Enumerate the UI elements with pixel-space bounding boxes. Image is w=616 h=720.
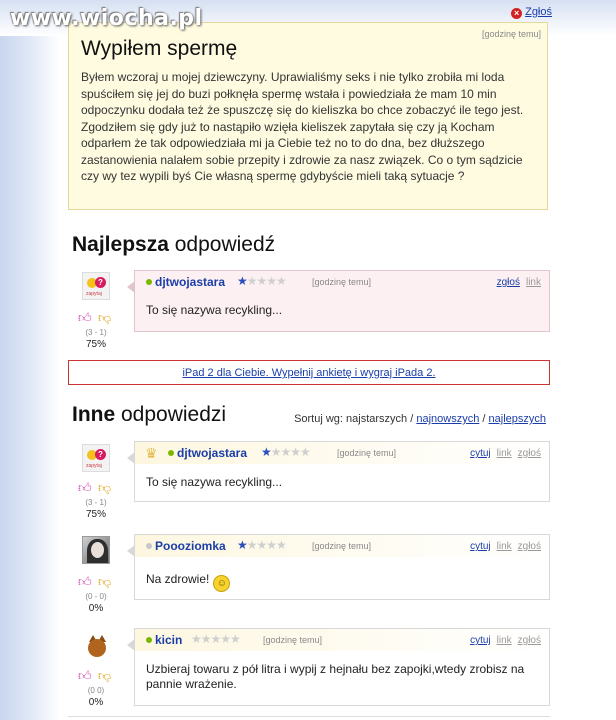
online-status — [168, 450, 174, 456]
report-link[interactable]: zgłoś — [518, 448, 541, 459]
watermark: www.wiocha.pl — [10, 6, 203, 31]
vote-count: (0 - 0) — [85, 592, 107, 601]
username[interactable]: djtwojastara — [155, 275, 225, 289]
answer-time: [godzinę temu] — [337, 448, 397, 458]
ad-link[interactable]: iPad 2 dla Ciebie. Wypełnij ankietę i wy… — [182, 367, 435, 379]
answer-text: Uzbieraj towaru z pół litra i wypij z he… — [146, 662, 525, 691]
sort-best[interactable]: najlepszych — [489, 413, 546, 425]
rating-stars: ★★★★★ — [237, 274, 287, 288]
answer-links: cytuj link zgłoś — [464, 541, 541, 552]
answer-card: Poooziomka ★★★★★ [godzinę temu] cytuj lin… — [127, 534, 550, 600]
answer-links: cytuj link zgłoś — [464, 448, 541, 459]
crown-icon: ♛ — [145, 445, 158, 461]
link-link[interactable]: link — [497, 448, 512, 459]
question-title: Wypiłem spermę — [81, 37, 238, 60]
thumb-up-icon[interactable]: 👍︎ — [78, 480, 92, 496]
username[interactable]: kicin — [155, 633, 182, 647]
divider — [68, 716, 550, 717]
username[interactable]: djtwojastara — [177, 446, 247, 460]
thumb-up-icon[interactable]: 👍︎ — [78, 310, 92, 326]
vote-count: (3 - 1) — [85, 498, 107, 507]
avatar[interactable] — [82, 536, 110, 564]
vote-percent: 0% — [88, 697, 104, 708]
answer-card: ♛ djtwojastara ★★★★★ [godzinę temu] cytu… — [127, 441, 550, 502]
link-link[interactable]: link — [526, 277, 541, 288]
sort-newest[interactable]: najnowszych — [416, 413, 479, 425]
answer-text: To się nazywa recykling... — [146, 303, 283, 317]
left-gradient — [0, 0, 60, 720]
quote-link[interactable]: cytuj — [470, 448, 491, 459]
answer-links: cytuj link zgłoś — [464, 635, 541, 646]
report-icon: × — [511, 8, 523, 19]
thumb-up-icon[interactable]: 👍︎ — [78, 574, 92, 590]
question-time: [godzinę temu] — [481, 29, 541, 39]
offline-status — [146, 543, 152, 549]
link-link[interactable]: link — [497, 541, 512, 552]
thumb-up-icon[interactable]: 👍︎ — [78, 668, 92, 684]
answer-time: [godzinę temu] — [263, 635, 323, 645]
ad-banner: iPad 2 dla Ciebie. Wypełnij ankietę i wy… — [68, 360, 550, 385]
online-status — [146, 637, 152, 643]
best-answer: djtwojastara ★★★★★ [godzinę temu] zgłoś l… — [127, 270, 550, 332]
answer-text: Na zdrowie! — [146, 572, 210, 586]
report-question[interactable]: × Zgłoś — [511, 6, 552, 19]
quote-link[interactable]: cytuj — [470, 635, 491, 646]
thumb-down-icon[interactable]: 👎︎ — [98, 310, 111, 326]
answer-text-wrap: Na zdrowie! ☺ — [146, 572, 536, 592]
rating-stars: ★★★★★ — [261, 445, 311, 459]
thumb-down-icon[interactable]: 👎︎ — [98, 480, 111, 496]
report-link[interactable]: zgłoś — [497, 277, 520, 288]
answer-time: [godzinę temu] — [312, 277, 372, 287]
report-link[interactable]: Zgłoś — [525, 6, 552, 18]
thumb-down-icon[interactable]: 👎︎ — [98, 668, 111, 684]
question-box: [godzinę temu] Wypiłem spermę Byłem wczo… — [68, 22, 548, 210]
answer-card: kicin ★★★★★ [godzinę temu] cytuj link zgło… — [127, 628, 550, 706]
avatar[interactable]: ? zapytaj — [82, 444, 110, 472]
report-link[interactable]: zgłoś — [518, 541, 541, 552]
online-status — [146, 279, 152, 285]
question-body: Byłem wczoraj u mojej dziewczyny. Uprawi… — [81, 70, 524, 183]
vote-percent: 75% — [85, 509, 106, 520]
avatar[interactable]: ? zapytaj — [82, 272, 110, 300]
link-link[interactable]: link — [497, 635, 512, 646]
report-link[interactable]: zgłoś — [518, 635, 541, 646]
answer-links: zgłoś link — [491, 277, 541, 288]
rating-stars: ★★★★★ — [237, 538, 287, 552]
smiley-icon: ☺ — [213, 575, 231, 592]
avatar[interactable] — [82, 631, 110, 659]
answer-text: To się nazywa recykling... — [146, 475, 283, 489]
answer-time: [godzinę temu] — [312, 541, 372, 551]
vote-percent: 75% — [85, 339, 106, 350]
quote-link[interactable]: cytuj — [470, 541, 491, 552]
best-answer-heading: Najlepsza odpowiedź — [72, 233, 276, 256]
username[interactable]: Poooziomka — [155, 539, 226, 553]
vote-count: (0 0) — [87, 686, 105, 695]
rating-stars: ★★★★★ — [191, 632, 241, 646]
thumb-down-icon[interactable]: 👎︎ — [98, 574, 111, 590]
sort-options: Sortuj wg: najstarszych / najnowszych / … — [294, 413, 546, 425]
other-answers-heading: Inne odpowiedzi — [72, 403, 227, 426]
vote-percent: 0% — [88, 603, 104, 614]
vote-count: (3 - 1) — [85, 328, 107, 337]
